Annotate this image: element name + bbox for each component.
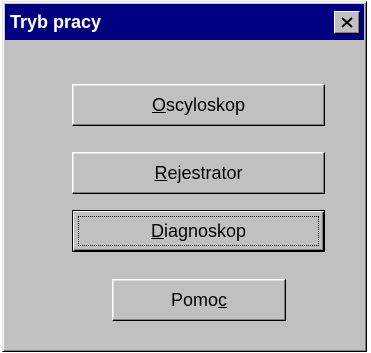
dialog-window: Tryb pracy Oscyloskop Rejestrator Diagno… (2, 1, 367, 352)
diagnoskop-button[interactable]: Diagnoskop (72, 210, 325, 252)
close-icon (341, 16, 353, 28)
title-bar[interactable]: Tryb pracy (5, 4, 364, 40)
close-button[interactable] (334, 10, 360, 34)
rejestrator-button[interactable]: Rejestrator (72, 152, 325, 194)
help-button[interactable]: Pomoc (112, 279, 286, 321)
oscyloskop-label: Oscyloskop (151, 94, 246, 115)
rejestrator-label: Rejestrator (154, 162, 243, 183)
help-label: Pomoc (170, 289, 228, 310)
window-title: Tryb pracy (10, 11, 102, 32)
oscyloskop-button[interactable]: Oscyloskop (72, 84, 325, 126)
diagnoskop-label: Diagnoskop (150, 220, 247, 241)
